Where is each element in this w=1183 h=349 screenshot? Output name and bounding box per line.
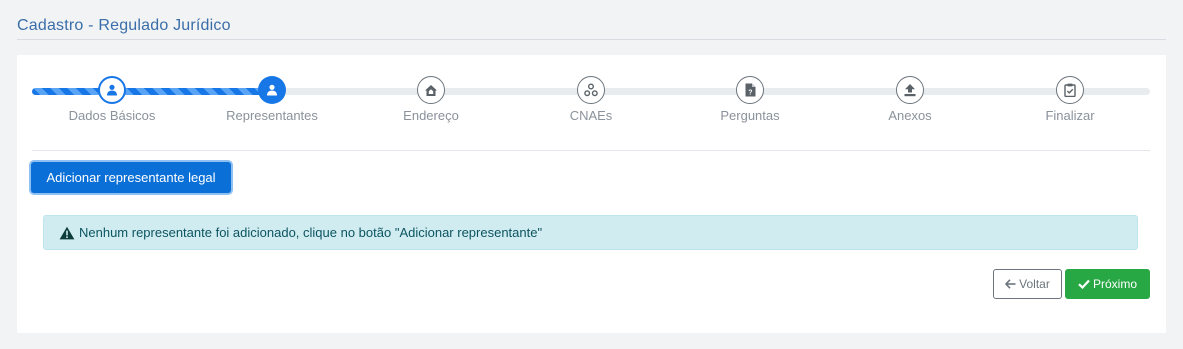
back-button[interactable]: Voltar: [993, 269, 1062, 299]
step-endereco[interactable]: Endereço: [366, 76, 496, 123]
step-label: Dados Básicos: [68, 108, 156, 123]
step-representantes[interactable]: Representantes: [207, 76, 337, 123]
svg-text:?: ?: [748, 90, 752, 97]
clipboard-check-icon: [1056, 76, 1084, 104]
warning-icon: [59, 226, 75, 239]
step-label: Endereço: [403, 108, 459, 123]
file-question-icon: ?: [736, 76, 764, 104]
step-label: Anexos: [888, 108, 932, 123]
step-anexos[interactable]: Anexos: [845, 76, 975, 123]
step-cnaes[interactable]: CNAEs: [526, 76, 656, 123]
title-divider: [17, 39, 1166, 40]
section-divider: [32, 150, 1150, 151]
next-button[interactable]: Próximo: [1065, 269, 1150, 299]
check-icon: [1078, 279, 1090, 289]
form-card: Dados Básicos Representantes Endereço CN…: [17, 55, 1166, 333]
step-dados-basicos[interactable]: Dados Básicos: [47, 76, 177, 123]
upload-icon: [896, 76, 924, 104]
sitemap-icon: [577, 76, 605, 104]
step-label: Representantes: [226, 108, 318, 123]
next-label: Próximo: [1092, 277, 1137, 291]
user-icon: [98, 76, 126, 104]
arrow-left-icon: [1005, 279, 1016, 289]
alert-message: Nenhum representante foi adicionado, cli…: [79, 225, 543, 240]
page-title: Cadastro - Regulado Jurídico: [17, 17, 231, 34]
info-alert: Nenhum representante foi adicionado, cli…: [43, 215, 1138, 250]
home-icon: [417, 76, 445, 104]
step-label: CNAEs: [569, 108, 613, 123]
back-label: Voltar: [1019, 277, 1050, 291]
add-representative-button[interactable]: Adicionar representante legal: [31, 162, 231, 193]
step-finalizar[interactable]: Finalizar: [1005, 76, 1135, 123]
user-icon: [258, 76, 286, 104]
step-label: Perguntas: [720, 108, 780, 123]
step-label: Finalizar: [1045, 108, 1095, 123]
step-perguntas[interactable]: ? Perguntas: [685, 76, 815, 123]
